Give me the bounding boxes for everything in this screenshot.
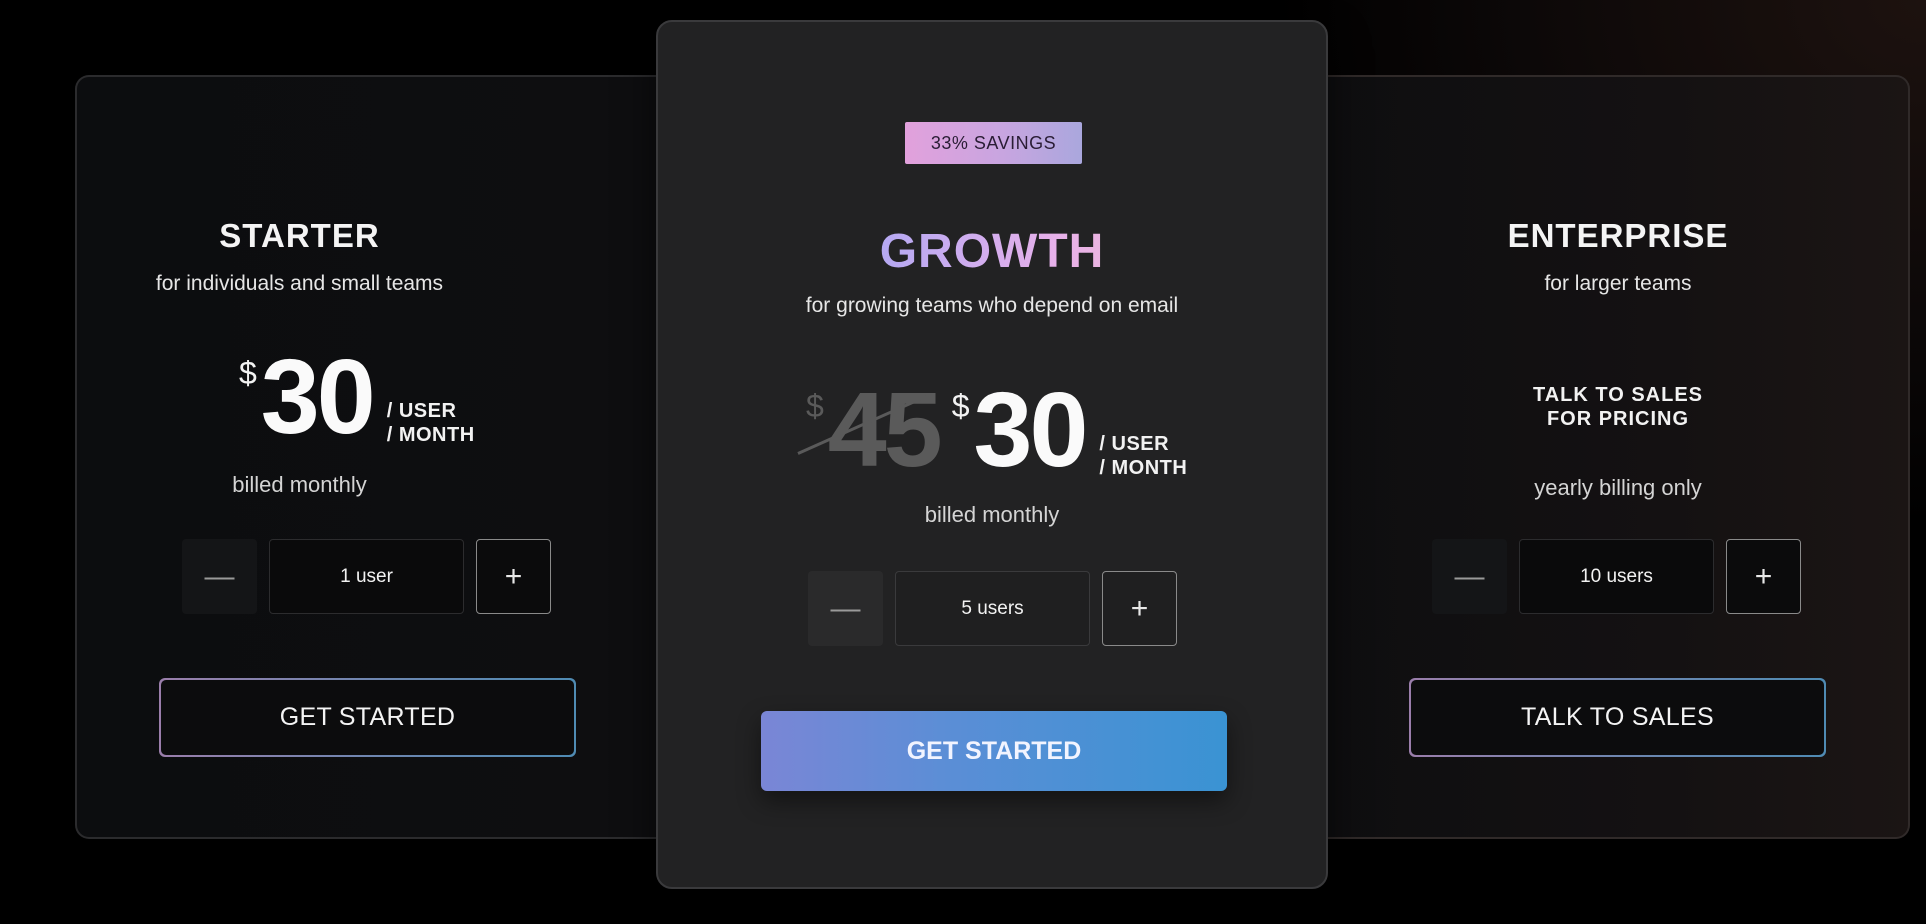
price-amount: 30 [260,338,376,456]
price-amount: 30 [973,371,1089,489]
plan-title: GROWTH [658,224,1326,279]
per-user-label: / USER [386,400,457,422]
get-started-button[interactable]: GET STARTED [761,711,1227,791]
get-started-label: GET STARTED [161,680,574,755]
minus-icon: — [830,591,861,625]
billing-note: billed monthly [232,472,367,497]
plan-card-starter: STARTER for individuals and small teams … [75,75,675,839]
per-user-label: / USER [1099,433,1170,455]
decrement-button[interactable]: — [1432,539,1507,614]
currency-symbol: $ [239,355,257,391]
decrement-button[interactable]: — [182,539,257,614]
price: $ 30 / USER / MONTH [239,338,475,456]
plus-icon: + [504,559,523,593]
billing-note: yearly billing only [1534,475,1702,500]
decrement-button[interactable]: — [808,571,883,646]
talk-to-sales-button[interactable]: TALK TO SALES [1409,678,1826,757]
savings-badge: 33% SAVINGS [905,122,1082,164]
per-month-label: / MONTH [386,424,475,446]
plan-title: STARTER [219,217,380,254]
plan-tagline: for growing teams who depend on email [805,294,1179,317]
increment-button[interactable]: + [1102,571,1177,646]
increment-button[interactable]: + [476,539,551,614]
user-count-input[interactable]: 5 users [895,571,1090,646]
user-quantity-stepper: — 10 users + [1432,539,1801,614]
price: $ 45 $ 30 / USER / MONTH [797,371,1187,489]
user-quantity-stepper: — 5 users + [808,571,1177,646]
pricing-contact-note: TALK TO SALES FOR PRICING [1328,383,1908,431]
original-price: $ 45 [797,377,943,483]
plan-tagline: for individuals and small teams [155,272,444,295]
plan-card-growth: 33% SAVINGS GROWTH for growing teams who… [656,20,1328,889]
price-unit: / USER / MONTH [387,399,475,447]
plus-icon: + [1130,591,1149,625]
price-unit: / USER / MONTH [1099,432,1187,480]
plan-tagline: for larger teams [1544,272,1692,295]
user-quantity-stepper: — 1 user + [182,539,551,614]
increment-button[interactable]: + [1726,539,1801,614]
pricing-line-1: TALK TO SALES [1532,384,1704,406]
user-count-input[interactable]: 1 user [269,539,464,614]
talk-to-sales-label: TALK TO SALES [1411,680,1824,755]
plan-card-enterprise: ENTERPRISE for larger teams TALK TO SALE… [1310,75,1910,839]
pricing-line-2: FOR PRICING [1546,408,1690,430]
billing-note: billed monthly [924,502,1060,527]
plan-title: ENTERPRISE [1507,217,1729,254]
minus-icon: — [1454,559,1485,593]
get-started-button[interactable]: GET STARTED [159,678,576,757]
currency-symbol: $ [806,388,824,424]
per-month-label: / MONTH [1099,457,1188,479]
plus-icon: + [1754,559,1773,593]
minus-icon: — [204,559,235,593]
user-count-input[interactable]: 10 users [1519,539,1714,614]
currency-symbol: $ [951,388,970,424]
